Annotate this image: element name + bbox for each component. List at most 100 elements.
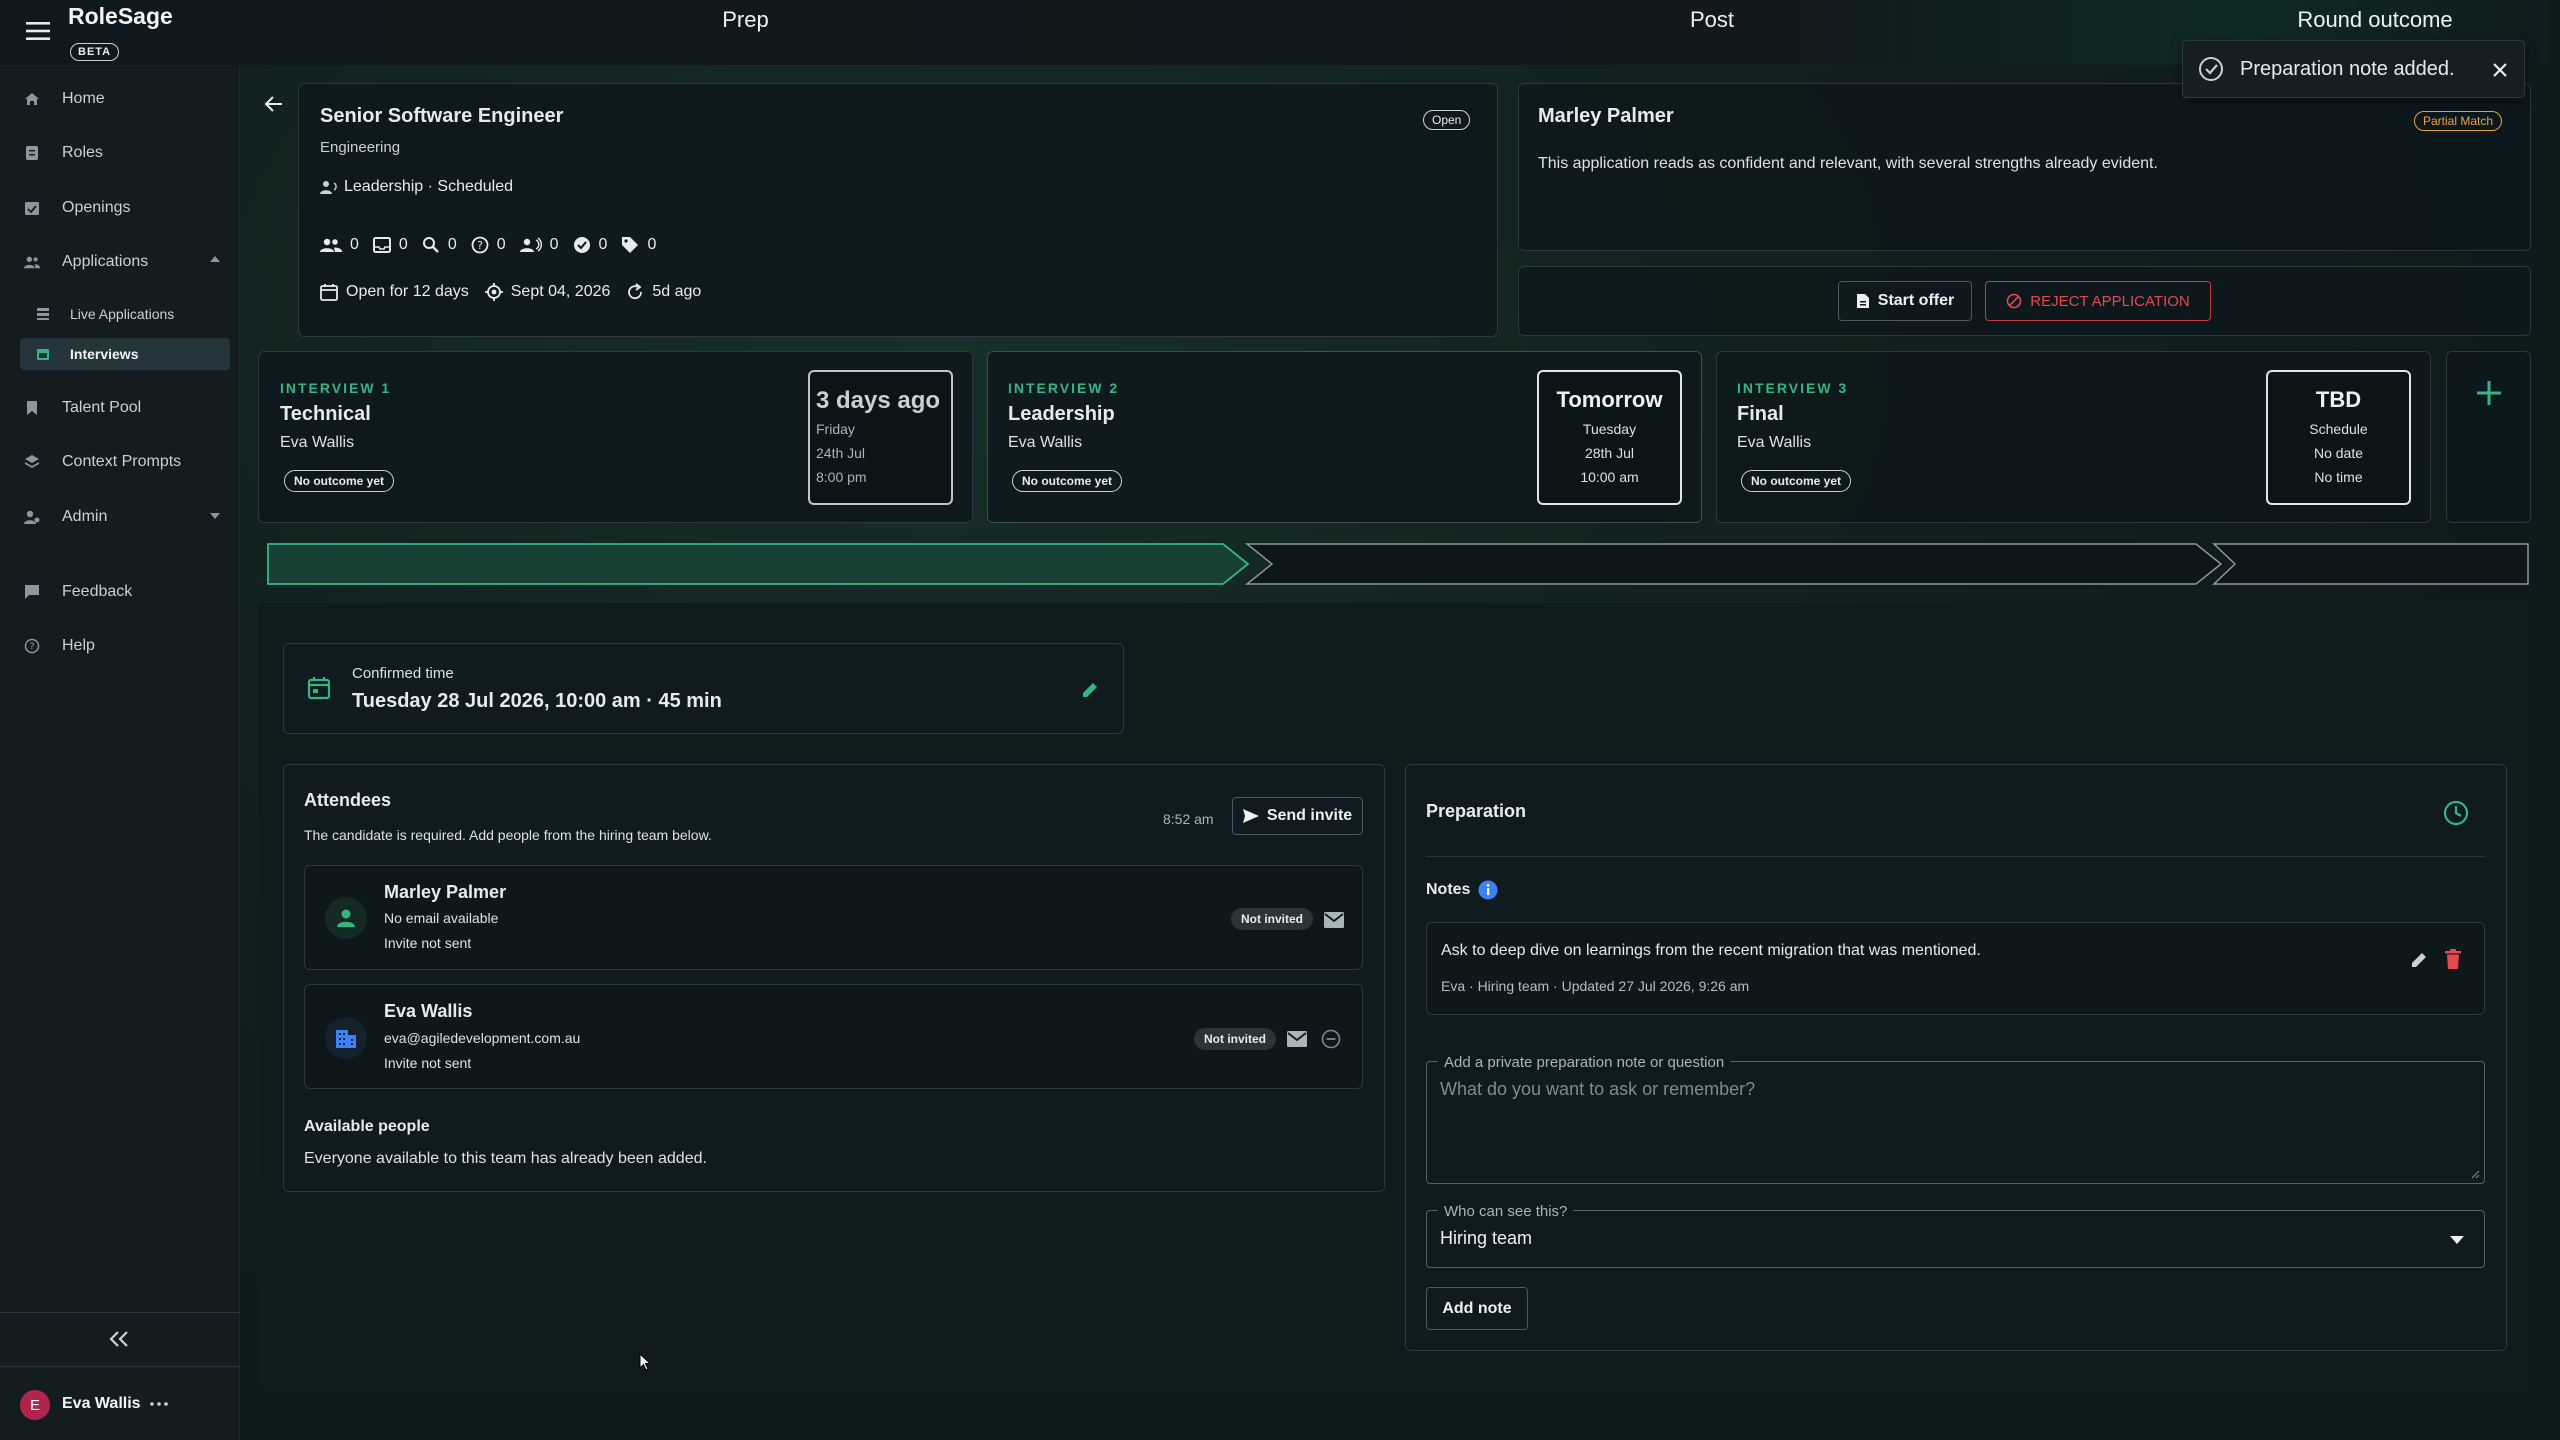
help-icon: ? (24, 638, 40, 654)
stat-tags: 0 (621, 236, 656, 254)
avatar (325, 897, 367, 939)
start-offer-button[interactable]: Start offer (1838, 281, 1972, 321)
sidebar-item-help[interactable]: ? Help (24, 632, 95, 660)
sidebar-item-interviews-content[interactable]: Interviews (36, 342, 138, 366)
send-icon (1242, 809, 1259, 823)
stat-search: 0 (422, 236, 457, 254)
check-circle-icon (2198, 56, 2224, 82)
remove-icon[interactable] (1321, 1029, 1341, 1049)
stage-prep-label[interactable]: Prep (268, 0, 1223, 40)
dropdown-arrow-icon[interactable] (2450, 1236, 2464, 1244)
visibility-select[interactable] (1426, 1210, 2485, 1268)
attendees-title: Attendees (304, 790, 392, 810)
stat-questions: ? 0 (471, 236, 506, 254)
interview-day: Schedule (2309, 421, 2368, 437)
menu-icon[interactable] (26, 22, 50, 40)
interview-title: Leadership (1008, 403, 1115, 425)
interview-when: 3 days ago (816, 387, 941, 414)
avatar[interactable]: E (20, 1390, 50, 1420)
sidebar-item-live-applications[interactable]: Live Applications (36, 302, 174, 326)
chevron-up-icon[interactable] (210, 256, 220, 262)
target-date: Sept 04, 2026 (510, 283, 611, 300)
check-circle-icon (573, 237, 590, 253)
stage-stepper (260, 543, 2530, 585)
chevron-down-icon[interactable] (210, 513, 220, 519)
interviewer-icon (320, 179, 338, 195)
applications-icon (24, 254, 40, 270)
sidebar-item-applications[interactable]: Applications (24, 248, 148, 276)
stage-row: Leadership · Scheduled (320, 178, 513, 196)
confirmed-time-card (283, 643, 1124, 734)
inbox-icon (372, 237, 391, 253)
available-people-text: Everyone available to this team has alre… (304, 1150, 707, 1167)
svg-text:?: ? (29, 642, 34, 653)
available-people-title: Available people (304, 1118, 430, 1135)
attendee-name: Eva Wallis (384, 1001, 473, 1021)
sidebar-item-admin[interactable]: Admin (24, 503, 107, 531)
back-arrow-icon[interactable] (264, 95, 284, 113)
edit-icon[interactable] (1080, 680, 1100, 700)
interview-time: 8:00 pm (816, 469, 867, 485)
bookmark-icon (24, 400, 40, 416)
plus-icon[interactable] (2475, 379, 2503, 407)
close-icon[interactable] (2492, 62, 2508, 78)
sidebar-divider (0, 1366, 240, 1367)
status-badge: Open (1423, 110, 1471, 130)
add-note-button[interactable]: Add note (1426, 1287, 1528, 1330)
sidebar-item-context-prompts[interactable]: Context Prompts (24, 448, 181, 476)
sidebar-item-label: Talent Pool (62, 399, 142, 416)
info-icon[interactable] (1478, 880, 1498, 900)
attendee-name: Marley Palmer (384, 882, 507, 902)
sidebar-item-roles[interactable]: Roles (24, 139, 103, 167)
invite-status-badge: Not invited (1231, 908, 1313, 930)
delete-icon[interactable] (2445, 949, 2461, 969)
stage-post-label[interactable]: Post (1272, 0, 2152, 40)
sidebar-item-label: Home (62, 90, 105, 107)
feedback-icon (24, 584, 40, 600)
stat-inbox: 0 (372, 236, 408, 254)
attendee-invite-status: Invite not sent (384, 1055, 472, 1071)
sidebar-item-talent-pool[interactable]: Talent Pool (24, 394, 141, 422)
more-icon[interactable] (150, 1402, 168, 1406)
interview-date: 28th Jul (1584, 445, 1635, 461)
interview-time: 10:00 am (1580, 469, 1639, 485)
send-invite-button[interactable]: Send invite (1232, 797, 1363, 835)
candidate-summary: This application reads as confident and … (1538, 155, 2158, 172)
tag-icon (622, 237, 639, 253)
sidebar-item-feedback[interactable]: Feedback (24, 578, 132, 606)
mail-icon[interactable] (1324, 912, 1344, 928)
target-icon (484, 283, 503, 301)
openings-icon (24, 200, 40, 216)
interview-date-stack: TBD Schedule No date No time (2266, 387, 2411, 485)
admin-icon (24, 509, 40, 525)
visibility-select-value: Hiring team (1440, 1228, 1533, 1248)
interview-when: Tomorrow (1556, 387, 1663, 412)
note-input-placeholder[interactable]: What do you want to ask or remember? (1440, 1079, 1755, 1100)
collapse-sidebar-icon[interactable] (108, 1329, 130, 1349)
sidebar-divider (0, 1312, 240, 1313)
interview-date: 24th Jul (816, 445, 866, 461)
list-icon (36, 307, 50, 321)
sidebar-item-label: Roles (62, 144, 103, 161)
role-title: Senior Software Engineer (320, 105, 564, 127)
attendees-subtitle: The candidate is required. Add people fr… (304, 827, 712, 843)
beta-badge: BETA (70, 43, 120, 61)
reject-application-button[interactable]: REJECT APPLICATION (1985, 281, 2211, 321)
resize-handle-icon[interactable] (2470, 1169, 2480, 1179)
mail-icon[interactable] (1287, 1031, 1307, 1047)
edit-icon[interactable] (2409, 950, 2429, 970)
sidebar-item-openings[interactable]: Openings (24, 194, 131, 222)
sidebar-item-label: Feedback (62, 583, 133, 600)
stage-post (1244, 543, 2223, 585)
stage-round-outcome-label[interactable]: Round outcome (2235, 0, 2515, 40)
svg-text:?: ? (477, 239, 483, 252)
attendee-email: eva@agiledevelopment.com.au (384, 1030, 581, 1046)
meta-row: Open for 12 days Sept 04, 2026 5d ago (320, 283, 701, 301)
sidebar-item-label: Interviews (70, 346, 139, 362)
sidebar-item-home[interactable]: Home (24, 85, 105, 113)
interview-title: Technical (280, 403, 371, 425)
match-badge: Partial Match (2414, 111, 2503, 131)
add-interview-button[interactable] (2446, 351, 2531, 523)
layers-icon (24, 454, 40, 470)
history-icon[interactable] (2443, 800, 2469, 826)
